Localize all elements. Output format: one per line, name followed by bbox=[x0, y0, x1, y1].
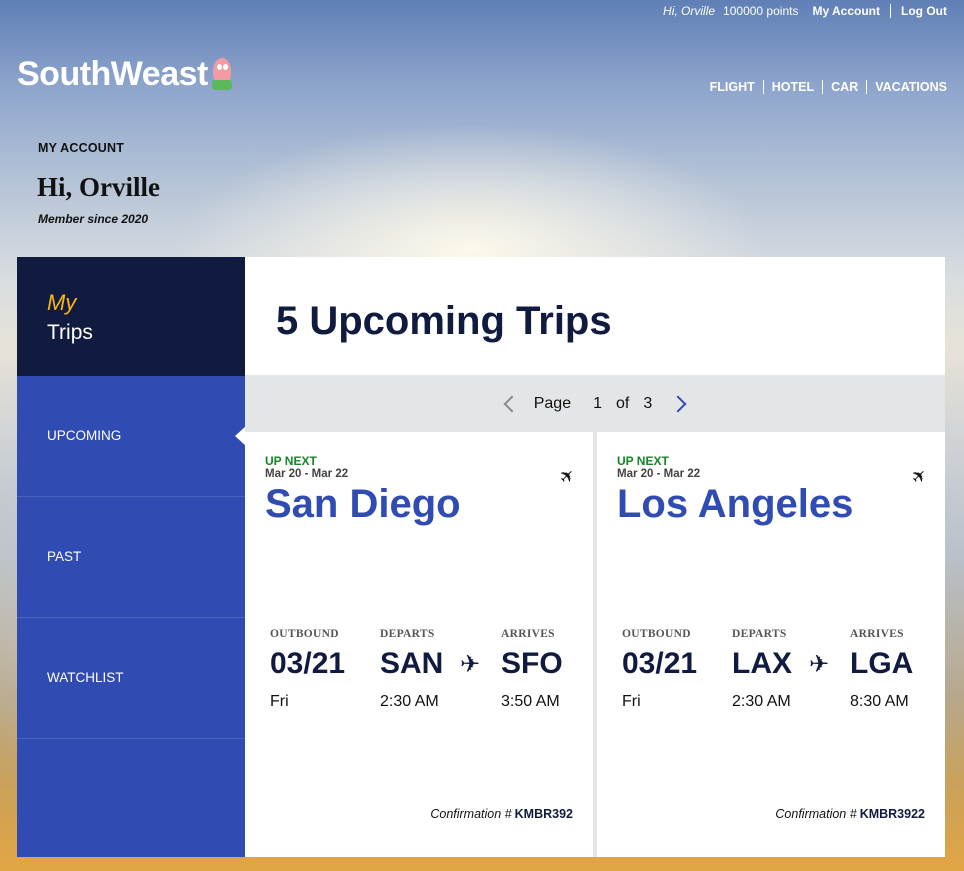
my-account-link[interactable]: My Account bbox=[812, 4, 880, 18]
pager-of: of bbox=[616, 394, 630, 412]
trip-card[interactable]: UP NEXT Mar 20 - Mar 22 ✈ San Diego OUTB… bbox=[245, 432, 593, 857]
up-next-tag: UP NEXT bbox=[265, 454, 317, 468]
arrives-label: ARRIVES bbox=[850, 628, 904, 640]
nav-vacations[interactable]: VACATIONS bbox=[875, 80, 947, 94]
chevron-right-icon[interactable] bbox=[669, 395, 687, 412]
origin-code: LAX bbox=[732, 647, 792, 680]
airplane-icon: ✈ bbox=[906, 463, 932, 489]
sidebar-title-trips: Trips bbox=[47, 321, 93, 344]
nav-hotel[interactable]: HOTEL bbox=[772, 80, 814, 94]
outbound-day: Fri bbox=[622, 693, 641, 710]
departs-label: DEPARTS bbox=[732, 628, 787, 640]
account-greeting: Hi, Orville bbox=[37, 172, 160, 202]
trips-sidebar: My Trips UPCOMING PAST WATCHLIST bbox=[17, 257, 246, 857]
site-logo[interactable]: SouthWeast bbox=[17, 55, 235, 94]
airplane-icon: ✈ bbox=[554, 463, 580, 489]
sidebar-item-past[interactable]: PAST bbox=[17, 497, 245, 618]
trip-cards: UP NEXT Mar 20 - Mar 22 ✈ San Diego OUTB… bbox=[245, 432, 945, 857]
member-since: Member since 2020 bbox=[38, 212, 149, 226]
main-nav: FLIGHT HOTEL CAR VACATIONS bbox=[710, 80, 947, 94]
chevron-left-icon[interactable] bbox=[503, 395, 521, 412]
sidebar-title-my: My bbox=[47, 290, 77, 315]
pagination: Page 1 of 3 bbox=[245, 375, 945, 432]
outbound-date: 03/21 bbox=[622, 647, 698, 680]
sidebar-item-label: WATCHLIST bbox=[47, 670, 124, 685]
outbound-day: Fri bbox=[270, 693, 289, 710]
trip-card[interactable]: UP NEXT Mar 20 - Mar 22 ✈ Los Angeles OU… bbox=[597, 432, 945, 857]
greeting-text: Hi, Orville bbox=[663, 4, 716, 18]
divider bbox=[866, 80, 868, 94]
outbound-label: OUTBOUND bbox=[622, 628, 691, 640]
depart-time: 2:30 AM bbox=[732, 693, 791, 710]
main-header: 5 Upcoming Trips bbox=[245, 257, 945, 375]
nav-car[interactable]: CAR bbox=[831, 80, 858, 94]
divider bbox=[890, 4, 892, 18]
destination-code: LGA bbox=[850, 647, 914, 680]
airplane-icon: ✈ bbox=[460, 651, 481, 678]
trip-dates: Mar 20 - Mar 22 bbox=[265, 468, 349, 480]
logo-text: SouthWeast bbox=[17, 55, 208, 93]
depart-time: 2:30 AM bbox=[380, 693, 439, 710]
pager-current: 1 bbox=[593, 394, 603, 412]
outbound-label: OUTBOUND bbox=[270, 628, 339, 640]
divider bbox=[822, 80, 824, 94]
trips-main-panel: 5 Upcoming Trips Page 1 of 3 UP NEXT Mar… bbox=[245, 257, 945, 857]
departs-label: DEPARTS bbox=[380, 628, 435, 640]
points-balance: 100000 points bbox=[723, 4, 799, 18]
trip-dates: Mar 20 - Mar 22 bbox=[617, 468, 701, 480]
origin-code: SAN bbox=[380, 647, 444, 680]
nav-flight[interactable]: FLIGHT bbox=[710, 80, 755, 94]
arrives-label: ARRIVES bbox=[501, 628, 555, 640]
arrive-time: 8:30 AM bbox=[850, 693, 909, 710]
outbound-date: 03/21 bbox=[270, 647, 346, 680]
top-utility-bar: Hi, Orville 100000 points My Account Log… bbox=[663, 4, 947, 18]
pager-label: Page bbox=[533, 394, 572, 412]
pager-total: 3 bbox=[643, 394, 653, 412]
up-next-tag: UP NEXT bbox=[617, 454, 669, 468]
sidebar-item-label: UPCOMING bbox=[47, 428, 122, 443]
arrive-time: 3:50 AM bbox=[501, 693, 560, 710]
sidebar-item-watchlist[interactable]: WATCHLIST bbox=[17, 618, 245, 739]
divider bbox=[762, 80, 764, 94]
sidebar-item-label: PAST bbox=[47, 549, 82, 564]
confirmation-number: Confirmation # KMBR392 bbox=[430, 807, 573, 821]
destination-code: SFO bbox=[501, 647, 563, 680]
starfish-mascot-icon bbox=[209, 58, 235, 92]
destination-city: Los Angeles bbox=[617, 482, 854, 526]
sidebar-item-upcoming[interactable]: UPCOMING bbox=[17, 376, 246, 497]
confirmation-number: Confirmation # KMBR3922 bbox=[775, 807, 925, 821]
page-title: 5 Upcoming Trips bbox=[276, 299, 612, 343]
account-section-label: MY ACCOUNT bbox=[38, 141, 125, 155]
airplane-icon: ✈ bbox=[809, 651, 830, 678]
logout-link[interactable]: Log Out bbox=[901, 4, 947, 18]
sidebar-header: My Trips bbox=[17, 257, 245, 376]
destination-city: San Diego bbox=[265, 482, 461, 526]
